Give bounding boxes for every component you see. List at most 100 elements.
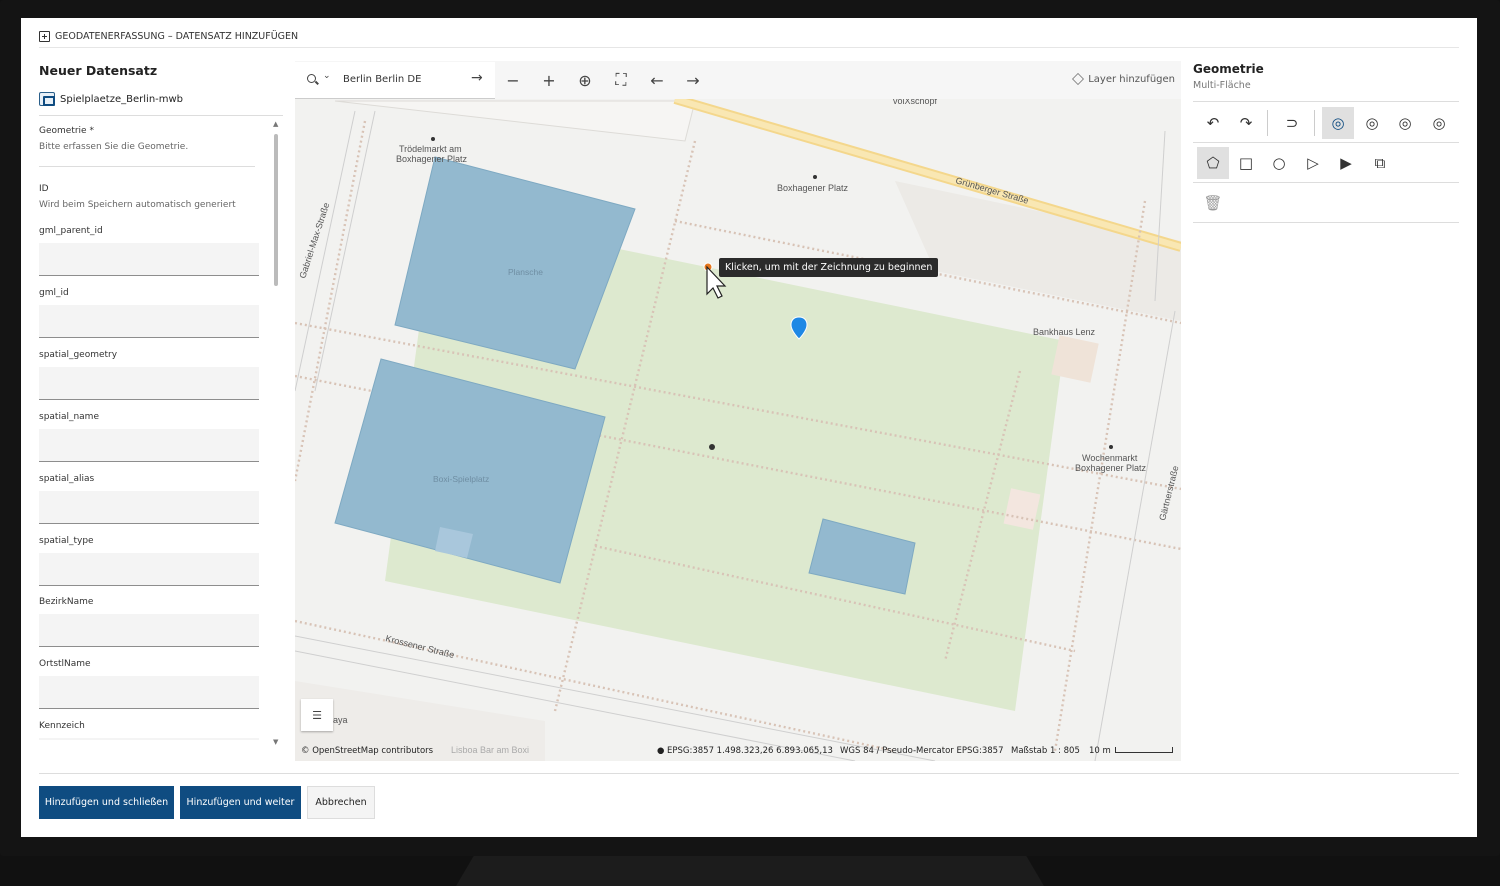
map-canvas[interactable]: Trödelmarkt am Boxhagener Platz Boxhagen… <box>295 61 1181 761</box>
zoom-out-button[interactable]: − <box>495 62 531 98</box>
field-spatial-alias: spatial_alias <box>39 474 259 524</box>
coordinates: EPSG:3857 1.498.323,26 6.893.065,13 <box>667 746 833 756</box>
dataset-icon <box>39 92 55 106</box>
field-id: ID Wird beim Speichern automatisch gener… <box>39 184 259 210</box>
field-spatial-type: spatial_type <box>39 536 259 586</box>
xor-icon[interactable]: ◎ <box>1423 107 1455 139</box>
field-hint: Bitte erfassen Sie die Geometrie. <box>39 142 189 152</box>
zoom-in-button[interactable]: + <box>531 62 567 98</box>
field-gml-parent-id: gml_parent_id <box>39 226 259 276</box>
arrow-right-icon[interactable]: → <box>471 70 483 86</box>
map-label: Boxi-Spielplatz <box>433 474 489 484</box>
trash-icon[interactable]: 🗑 <box>1197 187 1229 219</box>
circle-icon[interactable]: ○ <box>1263 147 1295 179</box>
field-label: ID <box>39 184 49 194</box>
search-input[interactable]: Berlin Berlin DE <box>343 74 421 85</box>
legend-button[interactable]: ☰ <box>301 699 333 731</box>
search-icon[interactable] <box>307 73 316 83</box>
divider <box>39 773 1459 774</box>
back-arrow-icon[interactable]: ← <box>639 62 675 98</box>
window-title-text: GEODATENERFASSUNG – DATENSATZ HINZUFÜGEN <box>55 30 299 42</box>
dataset-name: Spielplaetze_Berlin-mwb <box>60 93 184 105</box>
map-label: Wochenmarkt <box>1082 453 1138 463</box>
pin-icon: ● <box>657 746 665 756</box>
kennzeich-input[interactable] <box>39 738 259 740</box>
select-outline-icon[interactable]: ▷ <box>1297 147 1329 179</box>
divider <box>1267 110 1268 136</box>
map-label: Bankhaus Lenz <box>1033 327 1096 337</box>
map-toolbar: ⌄ Berlin Berlin DE → − + ⊕ ⛶ ← → Layer h… <box>295 61 1181 99</box>
undo-icon[interactable]: ↶ <box>1197 107 1229 139</box>
divider <box>39 115 283 116</box>
forward-arrow-icon[interactable]: → <box>675 62 711 98</box>
crs-label[interactable]: WGS 84 / Pseudo-Mercator EPSG:3857 <box>840 746 1003 756</box>
map-label: Boxhagener Platz <box>777 183 849 193</box>
scroll-down-icon[interactable]: ▼ <box>273 738 278 746</box>
edit-toolbar: ↶ ↷ ⊃ ◎ ◎ ◎ ◎ <box>1193 101 1459 143</box>
field-geometrie: Geometrie * Bitte erfassen Sie die Geome… <box>39 126 259 167</box>
spatial-type-input[interactable] <box>39 553 259 586</box>
intersect-icon[interactable]: ◎ <box>1356 107 1388 139</box>
ortstlname-input[interactable] <box>39 676 259 709</box>
map-footer: © OpenStreetMap contributors ● EPSG:3857… <box>295 741 1181 761</box>
form-panel: Neuer Datensatz Spielplaetze_Berlin-mwb … <box>39 48 283 748</box>
rectangle-icon[interactable]: □ <box>1230 147 1262 179</box>
field-label: Kennzeich <box>39 721 85 731</box>
geometry-title: Geometrie <box>1193 62 1264 76</box>
scale-label: Maßstab 1 : 805 <box>1011 746 1080 756</box>
zoom-to-icon[interactable]: ⊕ <box>567 62 603 98</box>
field-label: spatial_alias <box>39 474 95 484</box>
chevron-down-icon[interactable]: ⌄ <box>323 71 331 81</box>
copy-icon[interactable]: ⧉ <box>1364 147 1396 179</box>
gml-id-input[interactable] <box>39 305 259 338</box>
add-layer-label: Layer hinzufügen <box>1088 73 1175 85</box>
difference-icon[interactable]: ◎ <box>1389 107 1421 139</box>
select-filled-icon[interactable]: ▶ <box>1330 147 1362 179</box>
map-label: Plansche <box>508 267 543 277</box>
add-box-icon <box>39 30 50 42</box>
monitor-stand <box>456 856 1044 886</box>
scalebar <box>1115 747 1173 753</box>
attribute-form: Geometrie * Bitte erfassen Sie die Geome… <box>39 120 271 740</box>
layers-icon <box>1072 73 1085 85</box>
cancel-button[interactable]: Abbrechen <box>307 786 375 819</box>
window-title: GEODATENERFASSUNG – DATENSATZ HINZUFÜGEN <box>39 29 298 43</box>
attribution[interactable]: © OpenStreetMap contributors <box>301 746 433 756</box>
draw-tooltip: Klicken, um mit der Zeichnung zu beginne… <box>719 258 939 277</box>
list-icon: ☰ <box>312 708 322 722</box>
form-heading: Neuer Datensatz <box>39 63 158 78</box>
field-hint: Wird beim Speichern automatisch generier… <box>39 200 236 210</box>
field-label: gml_parent_id <box>39 226 103 236</box>
draw-toolbar: ⬠ □ ○ ▷ ▶ ⧉ <box>1193 143 1459 183</box>
scalebar-label: 10 m <box>1089 746 1111 756</box>
map-label: Trödelmarkt am <box>399 144 462 154</box>
add-layer-button[interactable]: Layer hinzufügen <box>1072 73 1175 85</box>
spatial-alias-input[interactable] <box>39 491 259 524</box>
field-label: spatial_name <box>39 412 99 422</box>
scroll-up-icon[interactable]: ▲ <box>273 120 278 128</box>
dataset-label: Spielplaetze_Berlin-mwb <box>39 92 183 106</box>
form-scrollbar[interactable]: ▲ ▼ <box>272 120 280 748</box>
fullscreen-icon[interactable]: ⛶ <box>603 62 639 98</box>
snap-magnet-icon[interactable]: ⊃ <box>1276 107 1308 139</box>
spatial-geometry-input[interactable] <box>39 367 259 400</box>
bezirkname-input[interactable] <box>39 614 259 647</box>
map-label: aya <box>333 715 348 725</box>
scrollbar-thumb[interactable] <box>274 134 278 286</box>
delete-toolbar: 🗑 <box>1193 183 1459 223</box>
add-and-close-button[interactable]: Hinzufügen und schließen <box>39 786 174 819</box>
add-and-next-button[interactable]: Hinzufügen und weiter <box>180 786 301 819</box>
app-screen: GEODATENERFASSUNG – DATENSATZ HINZUFÜGEN… <box>21 18 1477 837</box>
field-gml-id: gml_id <box>39 288 259 338</box>
polygon-icon[interactable]: ⬠ <box>1197 147 1229 179</box>
geometry-subtitle: Multi-Fläche <box>1193 80 1251 91</box>
spatial-name-input[interactable] <box>39 429 259 462</box>
gml-parent-id-input[interactable] <box>39 243 259 276</box>
field-ortstlname: OrtstlName <box>39 659 259 709</box>
field-label: spatial_type <box>39 536 94 546</box>
redo-icon[interactable]: ↷ <box>1230 107 1262 139</box>
map-view[interactable]: Trödelmarkt am Boxhagener Platz Boxhagen… <box>295 61 1181 761</box>
field-label: OrtstlName <box>39 659 91 669</box>
location-search[interactable]: ⌄ Berlin Berlin DE → <box>295 61 495 99</box>
union-icon[interactable]: ◎ <box>1322 107 1354 139</box>
